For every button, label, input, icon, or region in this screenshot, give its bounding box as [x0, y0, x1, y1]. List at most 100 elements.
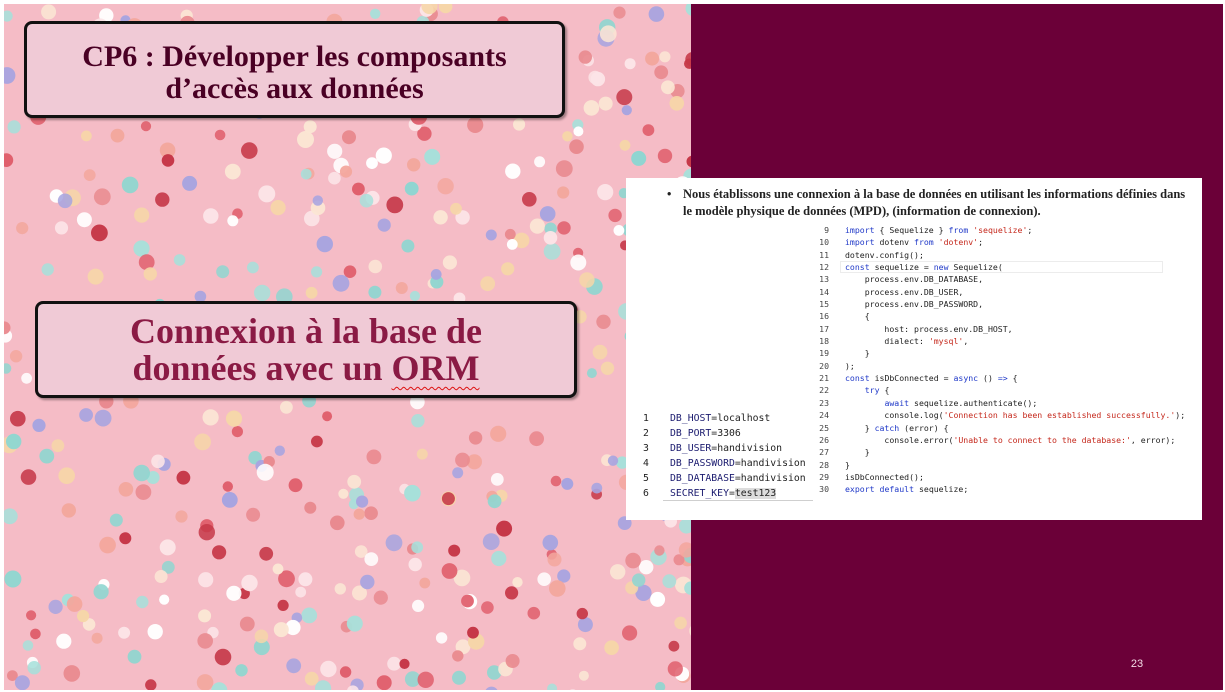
code-line: 17 host: process.env.DB_HOST, — [815, 323, 1175, 335]
page-number: 23 — [1130, 658, 1144, 670]
env-line: 1 DB_HOST=localhost — [643, 411, 813, 426]
code-line: 30 export default sequelize; — [815, 483, 1175, 495]
code-line: 26 console.error('Unable to connect to t… — [815, 434, 1175, 446]
line-number: 14 — [819, 286, 829, 297]
line-number: 18 — [819, 336, 829, 347]
code-line: 9 import { Sequelize } from 'sequelize'; — [815, 224, 1175, 236]
code-line: 23 await sequelize.authenticate(); — [815, 397, 1175, 409]
code-text: export default sequelize; — [845, 484, 969, 495]
code-text: const sequelize = new Sequelize( — [845, 262, 1003, 273]
env-text: DB_USER=handivision — [670, 443, 783, 454]
line-number: 29 — [819, 471, 829, 482]
line-number: 2 — [643, 428, 649, 439]
line-number: 10 — [819, 237, 829, 248]
code-line: 15 process.env.DB_PASSWORD, — [815, 298, 1175, 310]
code-line: 28} — [815, 459, 1175, 471]
env-line: 5 DB_DATABASE=handivision — [643, 471, 813, 486]
code-text: console.log('Connection has been establi… — [845, 410, 1186, 421]
code-text: dotenv.config(); — [845, 249, 924, 260]
code-text: try { — [864, 385, 890, 396]
code-line: 19 } — [815, 347, 1175, 359]
code-text: ); — [845, 360, 855, 371]
line-number: 26 — [819, 434, 829, 445]
line-number: 21 — [819, 373, 829, 384]
code-text: } — [845, 447, 870, 458]
slide-title-line2: d’accès aux données — [165, 72, 424, 105]
line-number: 25 — [819, 422, 829, 433]
env-text: DB_DATABASE=handivision — [670, 473, 806, 484]
line-number: 16 — [819, 311, 829, 322]
line-number: 22 — [819, 385, 829, 396]
slide-subtitle-box: Connexion à la base de données avec un O… — [35, 301, 577, 398]
code-line: 29 isDbConnected(); — [815, 471, 1175, 483]
code-line: 16 { — [815, 310, 1175, 322]
line-number: 15 — [819, 299, 829, 310]
code-text: process.env.DB_PASSWORD, — [845, 299, 984, 310]
code-text: } — [845, 459, 850, 470]
line-number: 24 — [819, 410, 829, 421]
env-text: DB_HOST=localhost — [670, 413, 771, 424]
sequelize-code-block: 9 import { Sequelize } from 'sequelize'; 1… — [815, 224, 1185, 496]
code-line: 14 process.env.DB_USER, — [815, 286, 1175, 298]
slide-title-line1: CP6 : Développer les composants — [82, 40, 507, 73]
code-text: isDbConnected(); — [845, 471, 924, 482]
code-line: 11 dotenv.config(); — [815, 249, 1175, 261]
code-text: host: process.env.DB_HOST, — [845, 323, 1013, 334]
code-line: 24 console.log('Connection has been esta… — [815, 409, 1185, 421]
line-number: 11 — [819, 249, 829, 260]
code-text: } — [845, 348, 870, 359]
line-number: 27 — [819, 447, 829, 458]
env-line: 2 DB_PORT=3306 — [643, 426, 813, 441]
env-current-line-underline — [663, 500, 813, 501]
line-number: 17 — [819, 323, 829, 334]
slide-title-box: CP6 : Développer les composants d’accès … — [24, 21, 565, 118]
line-number: 20 — [819, 360, 829, 371]
env-line: 3 DB_USER=handivision — [643, 441, 813, 456]
intro-text: Nous établissons une connexion à la base… — [683, 187, 1186, 218]
code-line: 20); — [815, 360, 1175, 372]
line-number: 1 — [643, 413, 649, 424]
line-number: 3 — [643, 443, 649, 454]
slide: CP6 : Développer les composants d’accès … — [4, 4, 1223, 690]
subtitle-prefix: données avec un — [132, 348, 392, 388]
code-text: } catch (error) { — [845, 422, 949, 433]
code-text: process.env.DB_DATABASE, — [845, 274, 984, 285]
line-number: 4 — [643, 458, 649, 469]
code-line: 22 try { — [815, 384, 1175, 396]
line-number: 19 — [819, 348, 829, 359]
code-text: const isDbConnected = async () => { — [845, 373, 1018, 384]
slide-subtitle-line1: Connexion à la base de — [129, 311, 483, 351]
code-text: import dotenv from 'dotenv'; — [845, 237, 984, 248]
code-text: process.env.DB_USER, — [845, 286, 964, 297]
env-text: DB_PORT=3306 — [670, 428, 741, 439]
code-line: 12 const sequelize = new Sequelize( — [815, 261, 1175, 273]
line-number: 30 — [819, 484, 829, 495]
env-text: DB_PASSWORD=handivision — [670, 458, 806, 469]
env-line: 6 SECRET_KEY=test123 — [643, 486, 813, 501]
code-line: 25 } catch (error) { — [815, 422, 1175, 434]
bullet-icon: • — [667, 187, 672, 201]
line-number: 5 — [643, 473, 649, 484]
code-text: console.error('Unable to connect to the … — [845, 434, 1176, 445]
code-line: 10 import dotenv from 'dotenv'; — [815, 236, 1175, 248]
code-text: import { Sequelize } from 'sequelize'; — [845, 225, 1033, 235]
code-line: 13 process.env.DB_DATABASE, — [815, 273, 1175, 285]
code-text: await sequelize.authenticate(); — [884, 397, 1038, 408]
line-number: 6 — [643, 488, 649, 499]
content-screenshot: • Nous établissons une connexion à la ba… — [626, 178, 1202, 520]
line-number: 9 — [824, 225, 829, 235]
line-number: 13 — [819, 274, 829, 285]
code-text: dialect: 'mysql', — [845, 336, 969, 347]
code-line: 18 dialect: 'mysql', — [815, 335, 1175, 347]
code-line: 27 } — [815, 446, 1175, 458]
subtitle-orm-word: ORM — [391, 348, 480, 388]
line-number: 12 — [819, 262, 829, 273]
line-number: 23 — [819, 397, 829, 408]
code-line: 21 const isDbConnected = async () => { — [815, 372, 1175, 384]
env-line: 4 DB_PASSWORD=handivision — [643, 456, 813, 471]
env-file-block: 1 DB_HOST=localhost 2 DB_PORT=3306 3 DB_USER=… — [643, 411, 813, 501]
intro-bullet: • Nous établissons une connexion à la ba… — [667, 186, 1193, 220]
line-number: 28 — [819, 459, 829, 470]
slide-subtitle-line2: données avec un ORM — [38, 350, 574, 387]
env-text: SECRET_KEY=test123 — [670, 488, 777, 499]
